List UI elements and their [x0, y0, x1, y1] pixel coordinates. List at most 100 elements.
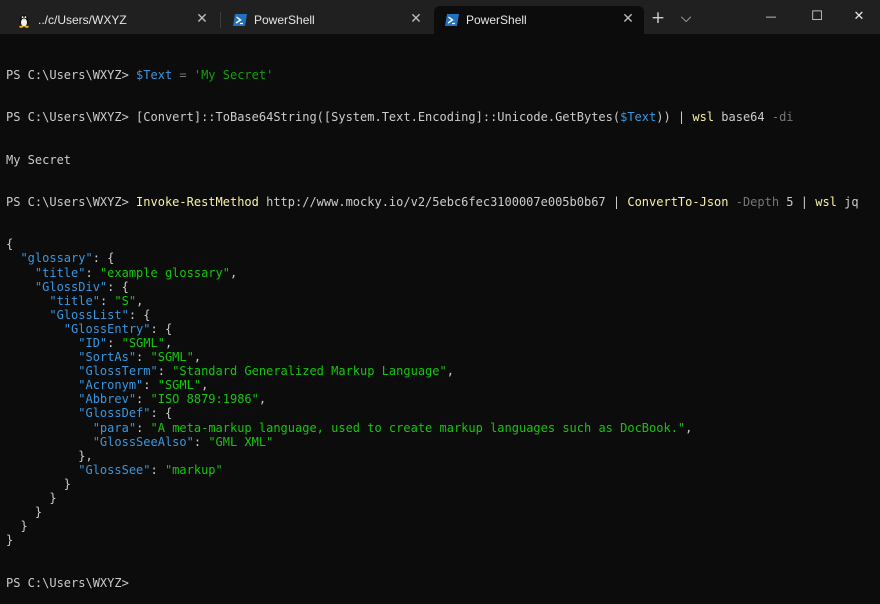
close-tab-icon[interactable]: ✕ — [620, 11, 636, 27]
json-value: "GML XML" — [208, 434, 274, 449]
json-line: "GlossDef": { — [6, 406, 868, 420]
json-punctuation: : — [150, 462, 165, 477]
pipe: | — [793, 195, 816, 210]
json-punctuation: , — [201, 378, 209, 393]
json-punctuation: : — [136, 420, 151, 435]
json-value: "SGML" — [121, 335, 165, 350]
json-punctuation: : — [107, 335, 122, 350]
command-line-3: PS C:\Users\WXYZ> Invoke-RestMethod http… — [6, 195, 868, 209]
json-key: "GlossSeeAlso" — [92, 434, 194, 449]
number-argument: 5 — [786, 195, 794, 210]
tab-divider — [220, 12, 221, 28]
json-punctuation: , — [258, 392, 267, 407]
json-punctuation: : { — [92, 251, 115, 266]
json-punctuation: , — [136, 293, 144, 308]
json-punctuation: } — [6, 533, 14, 548]
close-tab-icon[interactable]: ✕ — [408, 11, 424, 27]
command-name: wsl — [815, 195, 837, 210]
powershell-icon — [444, 12, 460, 28]
type-name: [Convert] — [136, 110, 202, 125]
json-punctuation: , — [446, 364, 454, 379]
json-punctuation: , — [685, 420, 693, 435]
json-value: "A meta-markup language, used to create … — [150, 420, 686, 435]
parameter: -di — [771, 110, 794, 125]
json-punctuation: } — [63, 476, 72, 491]
close-window-button[interactable]: ✕ — [836, 0, 880, 34]
operator: = — [172, 68, 194, 83]
command-name: ConvertTo-Json — [627, 195, 729, 210]
tab-linux[interactable]: ../c/Users/WXYZ ✕ — [6, 6, 218, 34]
json-value: "Standard Generalized Markup Language" — [172, 364, 447, 379]
json-line: } — [6, 477, 868, 491]
json-line: } — [6, 505, 868, 519]
minimize-button[interactable]: — — [748, 0, 794, 34]
tab-label: ../c/Users/WXYZ — [38, 13, 127, 27]
json-value: "example glossary" — [99, 265, 230, 280]
json-key: "Acronym" — [78, 378, 144, 393]
tab-powershell-2[interactable]: PowerShell ✕ — [434, 6, 644, 34]
json-punctuation: : — [99, 293, 115, 308]
argument: base64 — [714, 110, 772, 125]
variable: $Text — [136, 68, 173, 83]
json-punctuation: : { — [128, 307, 151, 322]
json-key: "GlossTerm" — [78, 364, 158, 379]
parameter: -Depth — [728, 195, 787, 210]
prompt: PS C:\Users\WXYZ> — [6, 110, 137, 125]
command-line-1: PS C:\Users\WXYZ> $Text = 'My Secret' — [6, 68, 868, 82]
tab-powershell-1[interactable]: PowerShell ✕ — [222, 6, 432, 34]
json-line: }, — [6, 449, 868, 463]
json-punctuation: : — [193, 434, 209, 449]
json-line: } — [6, 519, 868, 533]
json-line: "title": "example glossary", — [6, 266, 868, 280]
json-punctuation: : — [157, 364, 173, 379]
json-punctuation: : — [136, 392, 151, 407]
json-line: { — [6, 237, 868, 251]
json-key: "title" — [49, 293, 100, 308]
prompt: PS C:\Users\WXYZ> — [6, 68, 137, 83]
output-line: My Secret — [6, 152, 72, 167]
json-key: "ID" — [78, 335, 108, 350]
json-value: "SGML" — [157, 378, 202, 393]
json-key: "SortAs" — [78, 350, 137, 365]
json-punctuation: : — [136, 350, 151, 365]
string-literal: 'My Secret' — [193, 68, 274, 83]
json-line: "GlossEntry": { — [6, 322, 868, 336]
linux-penguin-icon — [16, 12, 32, 28]
method-call: ::ToBase64String([System.Text.Encoding]:… — [201, 110, 621, 125]
json-punctuation: , — [164, 335, 173, 350]
command-name: wsl — [692, 110, 715, 125]
tab-dropdown-button[interactable]: ⌵ — [676, 8, 696, 28]
terminal-output[interactable]: PS C:\Users\WXYZ> $Text = 'My Secret' PS… — [6, 40, 868, 589]
json-line: } — [6, 491, 868, 505]
json-punctuation: } — [34, 505, 43, 520]
json-punctuation: } — [49, 491, 57, 505]
maximize-button[interactable]: ☐ — [794, 0, 840, 34]
json-key: "GlossDiv" — [34, 279, 108, 294]
json-value: "S" — [114, 293, 137, 308]
json-line: "title": "S", — [6, 294, 868, 308]
json-line: "ID": "SGML", — [6, 336, 868, 350]
title-bar: ../c/Users/WXYZ ✕ PowerShell ✕ PowerShel… — [0, 0, 880, 34]
json-line: "GlossTerm": "Standard Generalized Marku… — [6, 364, 868, 378]
prompt: PS C:\Users\WXYZ> — [6, 195, 137, 210]
json-punctuation: : — [143, 378, 158, 393]
tab-label: PowerShell — [466, 13, 527, 27]
json-punctuation: , — [229, 265, 238, 280]
json-line: "GlossList": { — [6, 308, 868, 322]
new-tab-button[interactable]: + — [648, 8, 668, 28]
close-tab-icon[interactable]: ✕ — [194, 11, 210, 27]
